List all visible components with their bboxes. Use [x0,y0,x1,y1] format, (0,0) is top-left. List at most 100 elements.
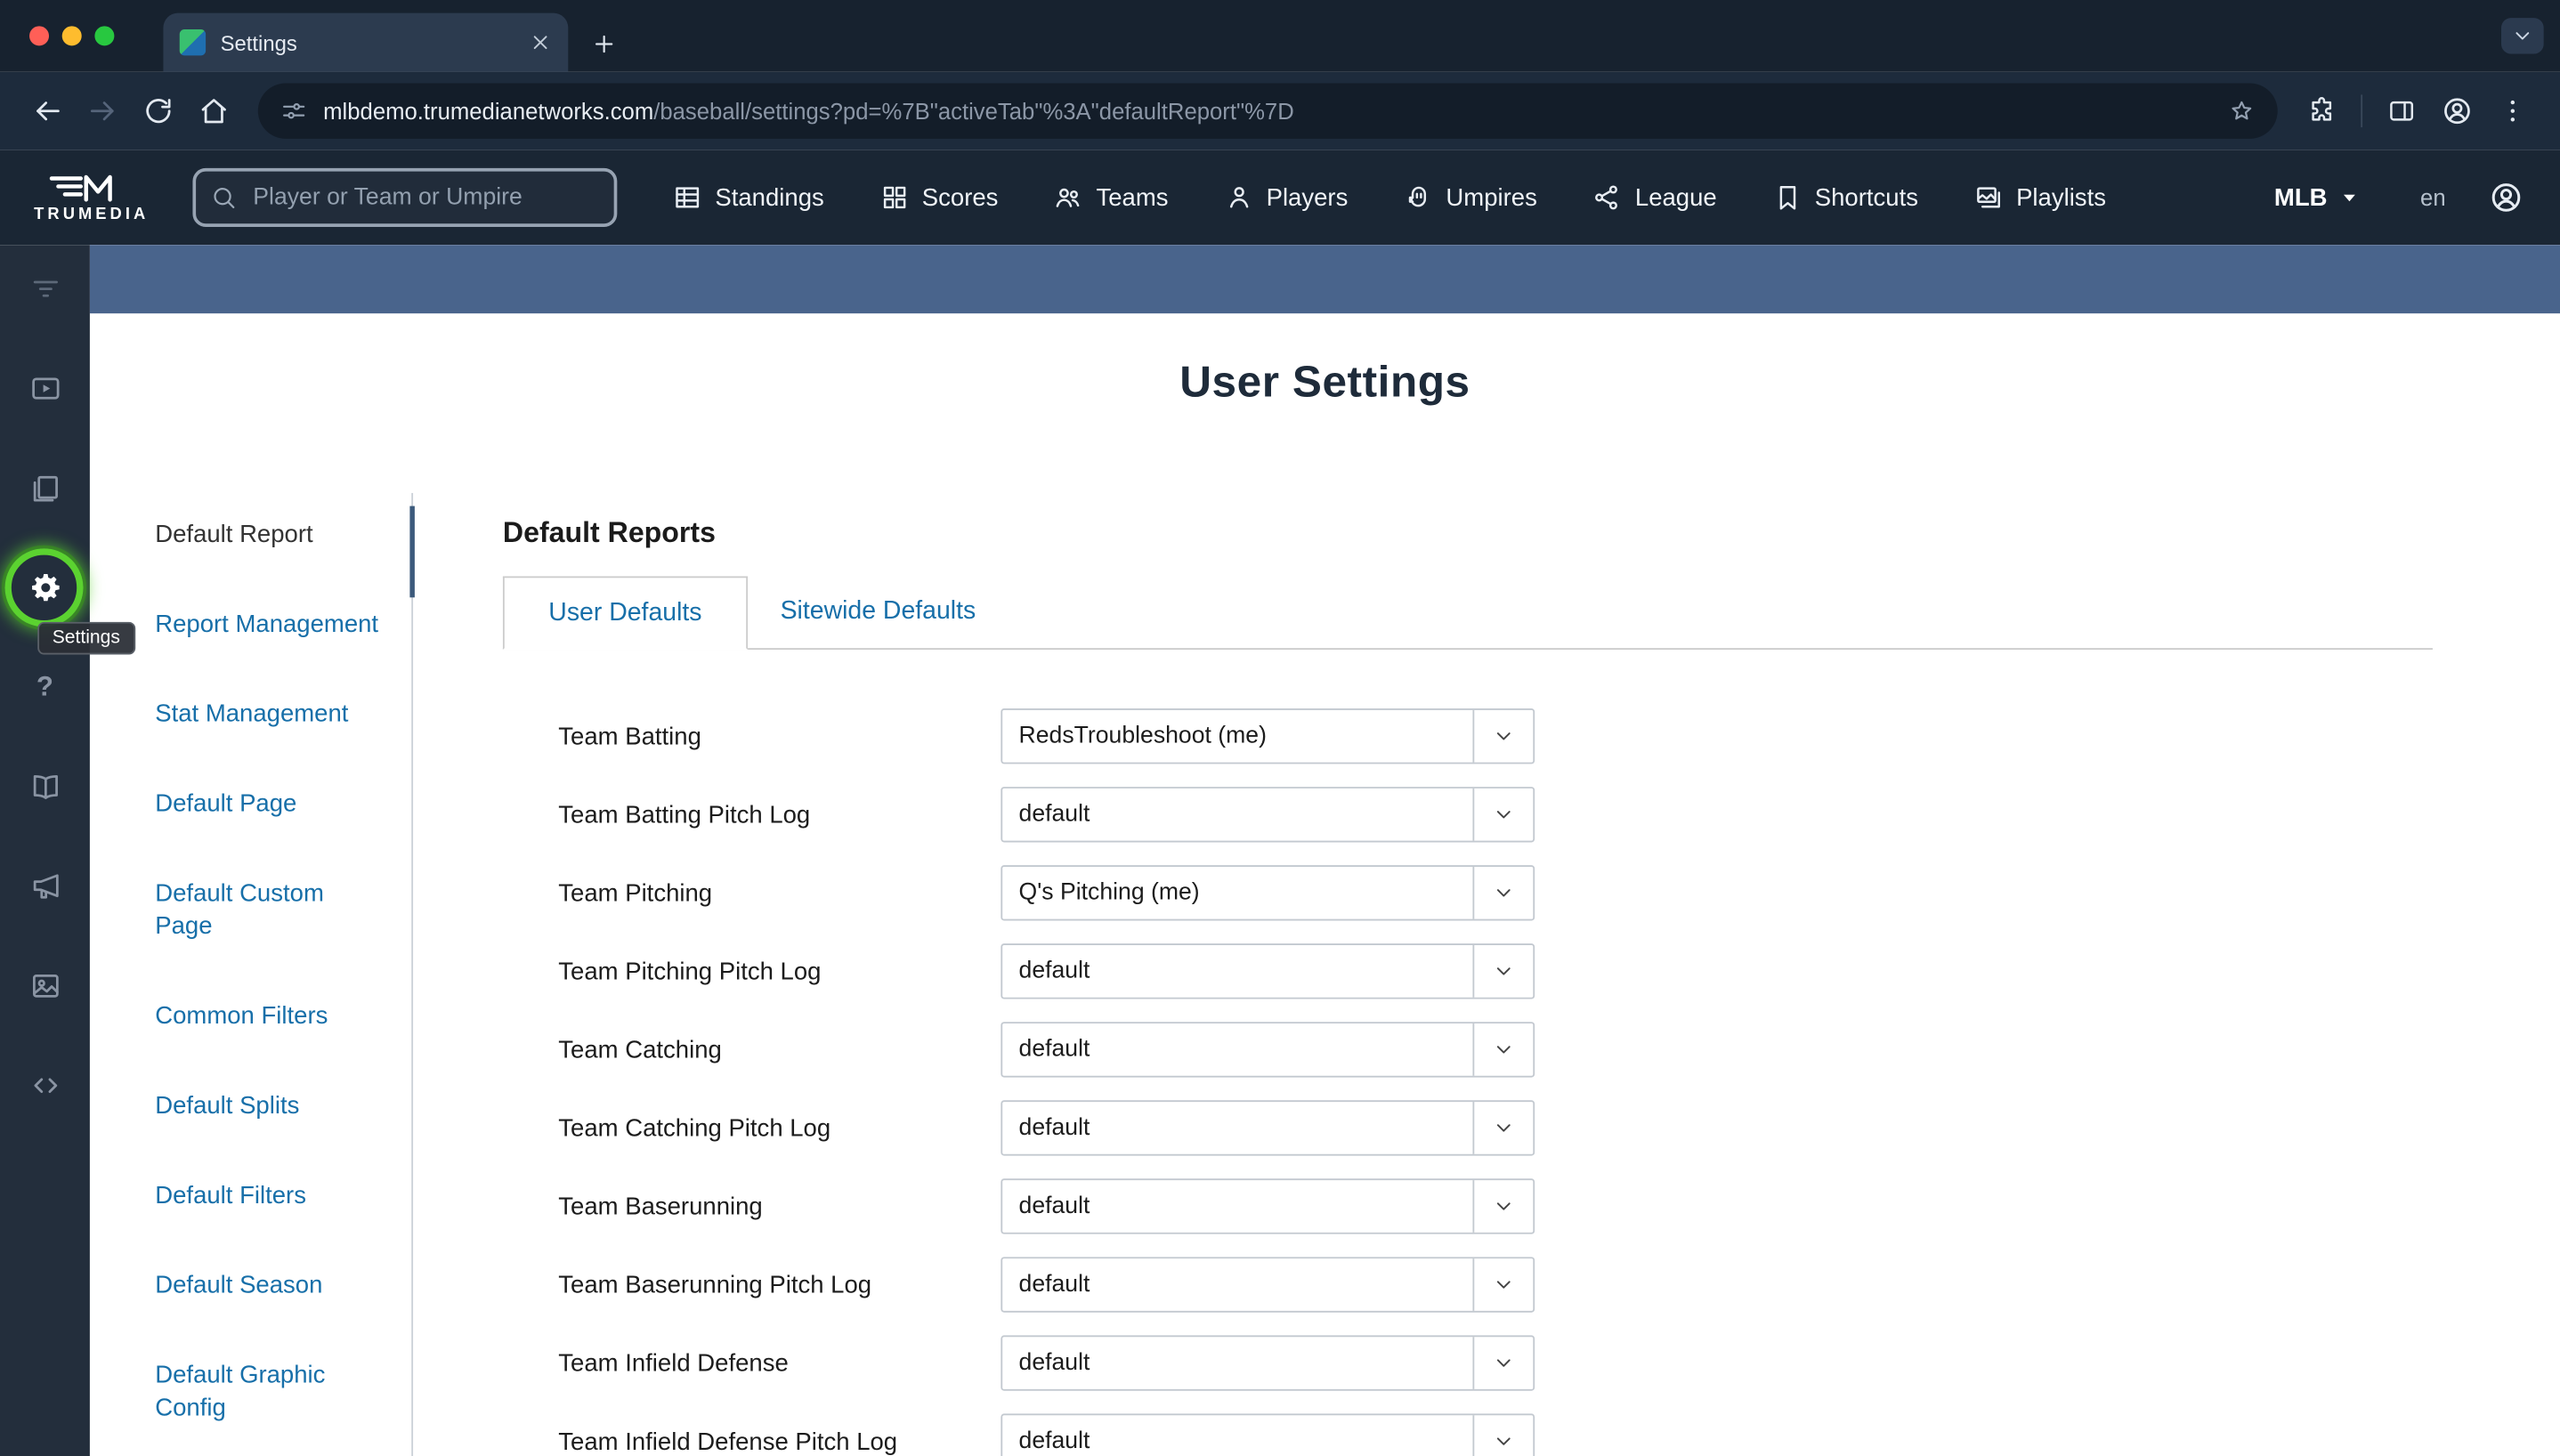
chevron-down-icon [1472,1180,1533,1233]
select-value: default [1002,1102,1472,1154]
select-team-pitching[interactable]: Q's Pitching (me) [1001,865,1535,920]
settings-nav-default-season[interactable]: Default Season [155,1270,385,1303]
tab-sitewide-defaults[interactable]: Sitewide Defaults [748,576,1009,646]
new-tab-button[interactable] [591,31,617,57]
reload-button[interactable] [131,84,186,139]
site-settings-icon[interactable] [280,98,306,124]
sidebar-video-button[interactable] [22,366,68,411]
home-icon [198,94,231,127]
select-team-baserunning-pitch-log[interactable]: default [1001,1257,1535,1312]
field-label: Team Catching Pitch Log [558,1114,1001,1142]
field-label: Team Pitching Pitch Log [558,958,1001,985]
sidebar-gallery-button[interactable] [22,963,68,1008]
nav-item-teams[interactable]: Teams [1054,182,1169,212]
account-icon[interactable] [2488,180,2524,215]
extensions-button[interactable] [2294,84,2349,139]
main-content: User Settings Default Report Report Mana… [90,245,2560,1456]
settings-nav: Default Report Report Management Stat Ma… [90,493,413,1456]
settings-nav-default-report[interactable]: Default Report [155,519,385,552]
caret-down-icon [2338,186,2362,209]
sidebar-settings-button[interactable] [22,565,68,611]
window-controls [29,26,114,45]
select-team-infield-defense[interactable]: default [1001,1335,1535,1390]
sidebar-code-button[interactable] [22,1063,68,1108]
profile-button[interactable] [2429,84,2484,139]
nav-item-shortcuts[interactable]: Shortcuts [1772,182,1918,212]
browser-menu-button[interactable] [2485,84,2540,139]
back-button[interactable] [20,84,75,139]
select-team-baserunning[interactable]: default [1001,1178,1535,1234]
tab-user-defaults[interactable]: User Defaults [503,576,748,650]
nav-label: Scores [922,183,999,211]
settings-nav-common-filters[interactable]: Common Filters [155,1000,385,1033]
settings-nav-default-page[interactable]: Default Page [155,789,385,821]
toolbar-divider [2361,94,2362,127]
settings-nav-stat-management[interactable]: Stat Management [155,699,385,732]
nav-item-umpires[interactable]: Umpires [1404,182,1537,212]
forward-button[interactable] [75,84,130,139]
select-team-infield-defense-pitch-log[interactable]: default [1001,1413,1535,1456]
sidebar-filters-button[interactable] [22,266,68,311]
url-text: mlbdemo.trumedianetworks.com/baseball/se… [323,98,2216,124]
form-row: Team Infield Defense Pitch Logdefault [503,1403,2433,1456]
select-team-catching[interactable]: default [1001,1022,1535,1077]
minimize-window-button[interactable] [62,26,82,45]
default-reports-form: Team BattingRedsTroubleshoot (me) Team B… [503,697,2433,1456]
settings-nav-default-splits[interactable]: Default Splits [155,1090,385,1123]
locale-label[interactable]: en [2420,184,2446,210]
settings-nav-default-filters[interactable]: Default Filters [155,1180,385,1213]
gear-icon [28,571,61,604]
tab-search-button[interactable] [2501,18,2544,53]
gallery-icon [28,970,61,1003]
trumedia-logo-mark [49,173,134,202]
select-team-pitching-pitch-log[interactable]: default [1001,943,1535,999]
browser-window: Settings mlbdemo.trumedianetworks.com/ba… [0,0,2560,1456]
chevron-down-icon [1472,789,1533,841]
field-label: Team Catching [558,1036,1001,1064]
home-button[interactable] [186,84,241,139]
collapsed-filter-bar[interactable] [90,245,2560,313]
sidebar-help-button[interactable]: ? [22,665,68,710]
sidebar-glossary-button[interactable] [22,764,68,809]
nav-item-players[interactable]: Players [1224,182,1348,212]
field-label: Team Batting Pitch Log [558,801,1001,829]
sidebar-announcements-button[interactable] [22,863,68,909]
bookmark-star-icon[interactable] [2229,98,2255,124]
book-icon [28,771,61,804]
code-icon [28,1069,61,1102]
puzzle-icon [2307,96,2337,125]
standings-icon [673,182,702,212]
nav-item-playlists[interactable]: Playlists [1973,182,2106,212]
chevron-down-icon [1472,1337,1533,1389]
three-dot-menu-icon [2498,96,2527,125]
select-value: default [1002,1023,1472,1076]
select-team-batting[interactable]: RedsTroubleshoot (me) [1001,708,1535,764]
form-row: Team Catching Pitch Logdefault [503,1088,2433,1167]
league-selector[interactable]: MLB [2274,183,2362,211]
close-tab-icon[interactable] [529,31,552,54]
nav-item-league[interactable]: League [1592,182,1717,212]
search-input[interactable] [250,182,600,212]
form-row: Team PitchingQ's Pitching (me) [503,853,2433,932]
settings-nav-default-graphic-config[interactable]: Default Graphic Config [155,1360,385,1425]
reload-icon [142,94,175,127]
select-team-catching-pitch-log[interactable]: default [1001,1100,1535,1155]
question-mark-icon: ? [36,671,53,704]
nav-item-standings[interactable]: Standings [673,182,824,212]
nav-label: League [1635,183,1717,211]
address-bar[interactable]: mlbdemo.trumedianetworks.com/baseball/se… [258,84,2278,139]
select-value: Q's Pitching (me) [1002,867,1472,919]
trumedia-logo[interactable]: TRUMEDIA [13,173,170,223]
settings-nav-default-custom-page[interactable]: Default Custom Page [155,878,385,943]
close-window-button[interactable] [29,26,49,45]
settings-nav-report-management[interactable]: Report Management [155,609,385,642]
cards-icon [28,472,61,505]
zoom-window-button[interactable] [94,26,114,45]
sidebar-reports-button[interactable] [22,465,68,511]
video-icon [28,372,61,405]
side-panel-button[interactable] [2374,84,2429,139]
back-arrow-icon [31,94,64,127]
select-team-batting-pitch-log[interactable]: default [1001,787,1535,842]
browser-tab-settings[interactable]: Settings [163,13,568,72]
nav-item-scores[interactable]: Scores [879,182,998,212]
